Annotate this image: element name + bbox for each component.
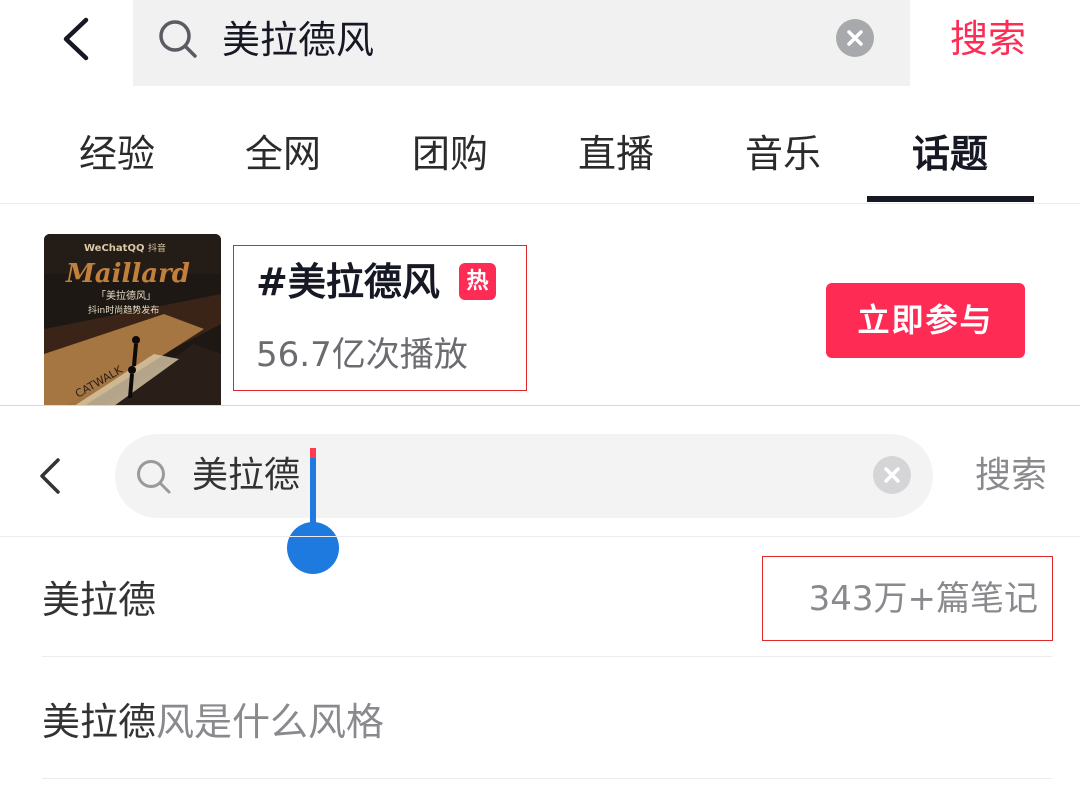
active-tab-indicator <box>867 196 1034 202</box>
topic-info-highlight: #美拉德风 热 56.7亿次播放 <box>233 245 527 391</box>
tab-all-web[interactable]: 全网 <box>228 128 338 180</box>
search-icon <box>159 20 197 58</box>
tab-music[interactable]: 音乐 <box>728 128 838 180</box>
poster-script-title: Maillard <box>65 259 190 289</box>
text-cursor-top <box>310 448 316 458</box>
topic-play-count: 56.7亿次播放 <box>256 335 468 375</box>
poster-line-2: 抖in时尚趋势发布 <box>88 304 159 316</box>
join-topic-button[interactable]: 立即参与 <box>826 283 1025 358</box>
douyin-search-query[interactable]: 美拉德风 <box>222 14 374 66</box>
tab-group-buy[interactable]: 团购 <box>395 128 505 180</box>
xiaohongshu-panel: 美拉德 搜索 美拉德 343万+篇笔记 美拉德风是什么风格 <box>0 405 1080 810</box>
note-count-highlight: 343万+篇笔记 <box>762 556 1053 641</box>
poster-line-1: 「美拉德风」 <box>96 289 156 302</box>
suggestion-typed: 美拉德 <box>42 578 157 622</box>
back-arrow-icon[interactable] <box>56 16 96 62</box>
back-arrow-icon[interactable] <box>36 456 64 496</box>
tab-live[interactable]: 直播 <box>561 128 671 180</box>
note-count: 343万+篇笔记 <box>808 579 1038 619</box>
topic-thumbnail[interactable]: CATWALK WeChatQQ 抖音 Maillard 「美拉德风」 抖in时… <box>44 234 221 405</box>
suggestion-item[interactable]: 美拉德 343万+篇笔记 <box>42 537 1053 657</box>
poster-tiktok-text: 抖音 <box>148 242 166 254</box>
hot-badge: 热 <box>459 263 496 300</box>
clear-icon[interactable] <box>873 456 911 494</box>
douyin-search-header: 美拉德风 搜索 <box>0 0 1080 100</box>
tab-topics[interactable]: 话题 <box>895 128 1005 180</box>
douyin-result-tabs: 经验 全网 团购 直播 音乐 话题 <box>0 120 1080 204</box>
poster-brand-text: WeChatQQ <box>84 243 144 254</box>
tab-experience[interactable]: 经验 <box>62 128 172 180</box>
topic-title[interactable]: #美拉德风 <box>256 258 440 306</box>
clear-icon[interactable] <box>836 19 874 57</box>
douyin-search-button[interactable]: 搜索 <box>950 12 1026 66</box>
suggestion-text: 美拉德 <box>42 575 156 625</box>
suggestion-rest: 风是什么风格 <box>156 700 385 744</box>
topic-poster-image: CATWALK WeChatQQ 抖音 Maillard 「美拉德风」 抖in时… <box>44 234 221 405</box>
suggestion-text: 美拉德风是什么风格 <box>42 697 384 747</box>
xhs-search-button[interactable]: 搜索 <box>975 451 1047 501</box>
xhs-search-query[interactable]: 美拉德 <box>192 452 300 500</box>
search-icon <box>137 460 171 494</box>
topic-result-row[interactable]: CATWALK WeChatQQ 抖音 Maillard 「美拉德风」 抖in时… <box>0 205 1080 405</box>
douyin-panel: 美拉德风 搜索 经验 全网 团购 直播 音乐 话题 CATWALK WeChat… <box>0 0 1080 405</box>
suggestion-typed: 美拉德 <box>42 700 157 744</box>
suggestion-item[interactable]: 美拉德风是什么风格 <box>42 659 1052 779</box>
